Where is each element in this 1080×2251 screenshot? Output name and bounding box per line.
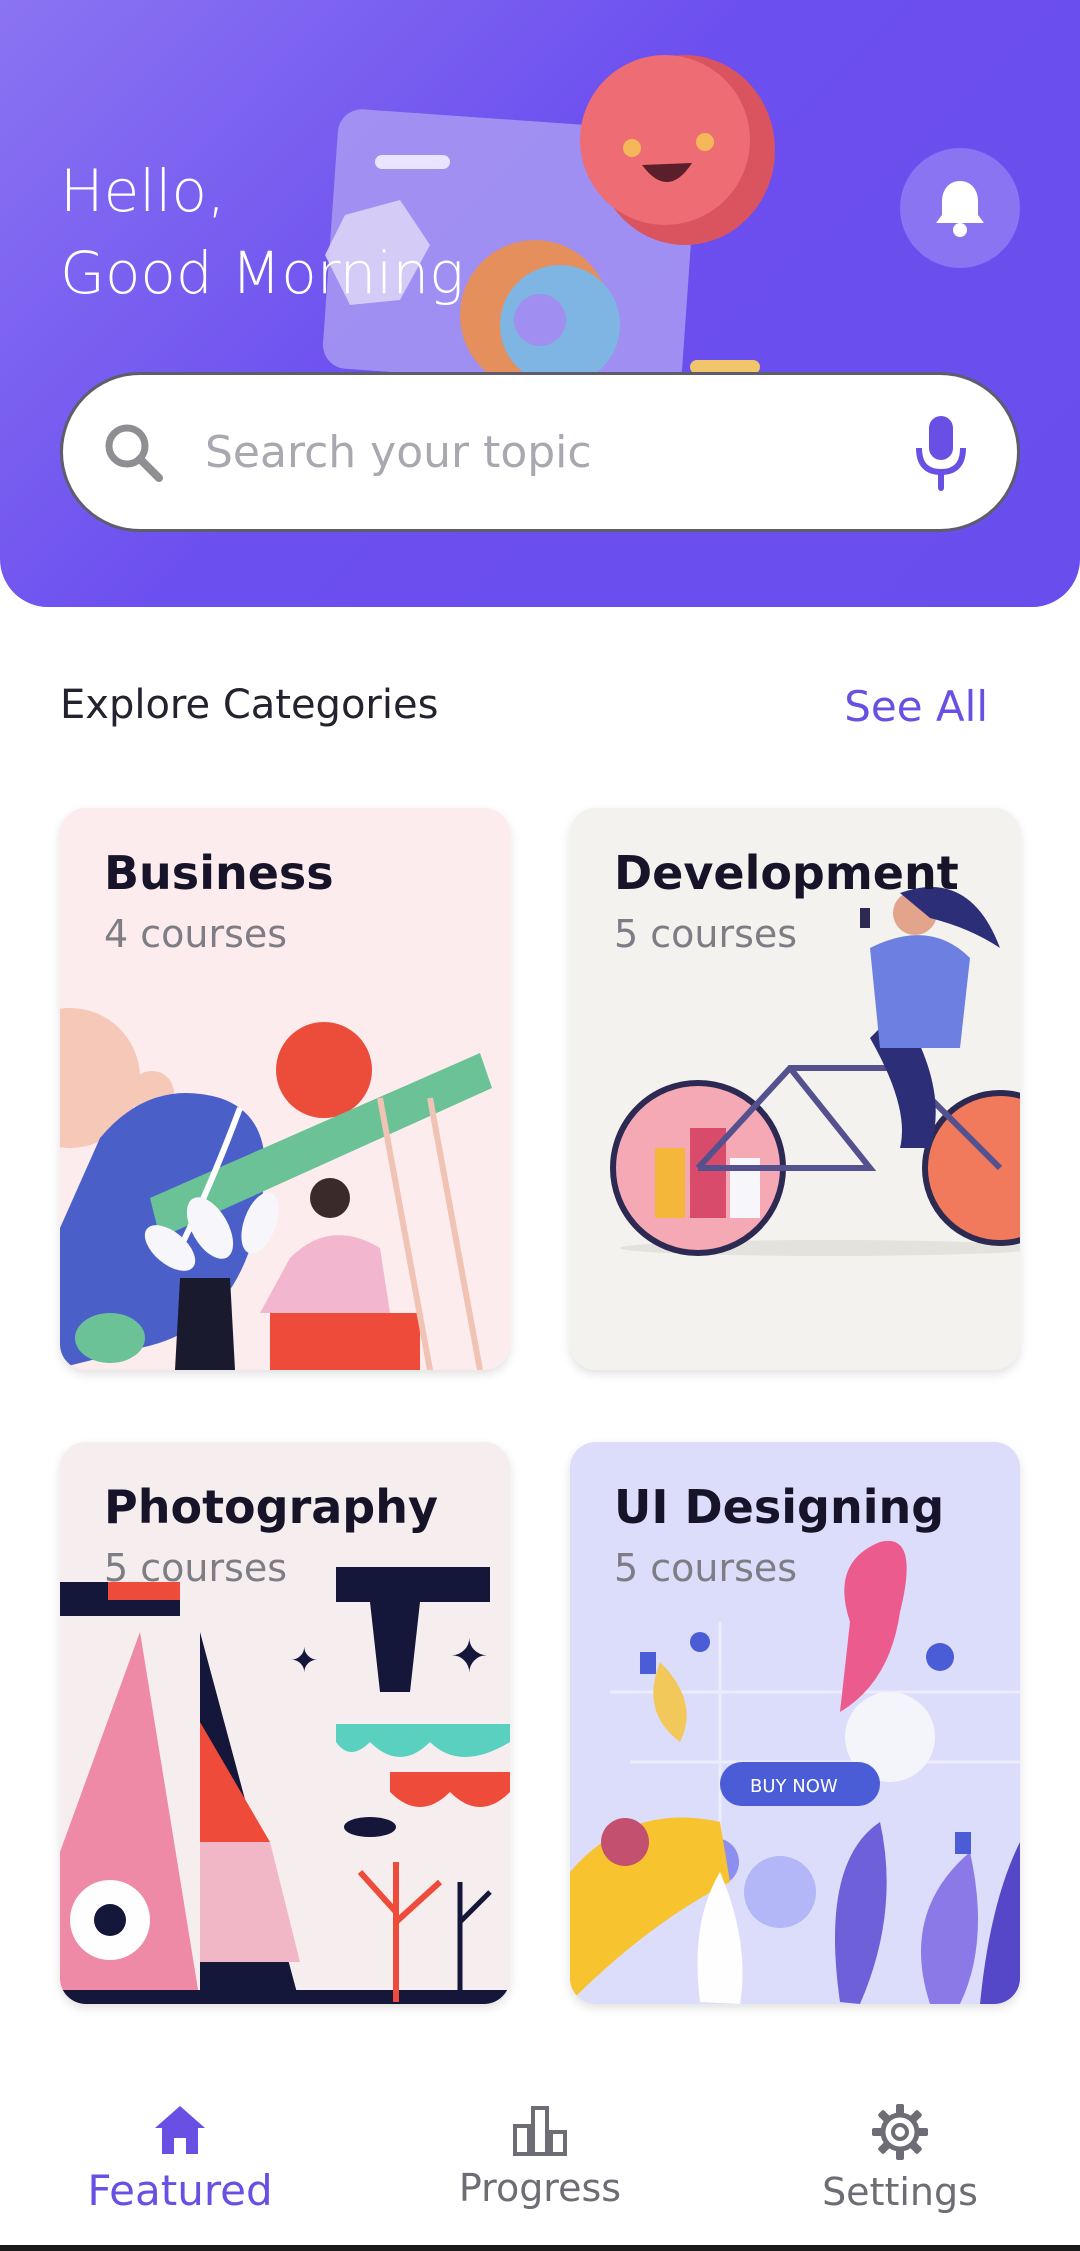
nav-tab-progress[interactable]: Progress [410, 2102, 670, 2210]
greeting: Hello, Good Morning [60, 150, 464, 314]
nav-tab-featured[interactable]: Featured [50, 2102, 310, 2215]
nav-label-settings: Settings [822, 2170, 978, 2214]
category-course-count: 4 courses [104, 912, 288, 956]
category-card-photography[interactable]: ✦ ✦ Photography 5 courses [60, 1442, 510, 2004]
svg-text:✦: ✦ [450, 1629, 489, 1683]
bar-chart-icon [513, 2106, 567, 2156]
greeting-line-2: Good Morning [60, 239, 464, 307]
header-banner: Hello, Good Morning [0, 0, 1080, 607]
nav-tab-settings[interactable]: Settings [770, 2102, 1030, 2214]
search-input[interactable] [205, 412, 911, 492]
bell-icon [936, 181, 984, 237]
notifications-button[interactable] [900, 148, 1020, 268]
category-title: Photography [104, 1480, 438, 1534]
home-indicator-bar [0, 2245, 1080, 2251]
category-course-count: 5 courses [614, 912, 798, 956]
home-icon [155, 2106, 205, 2154]
bottom-navigation: Featured Progress Settings [0, 2060, 1080, 2251]
nav-label-progress: Progress [458, 2166, 622, 2210]
svg-text:✦: ✦ [290, 1641, 319, 1681]
category-card-development[interactable]: Development 5 courses [570, 808, 1020, 1370]
greeting-line-1: Hello, [60, 157, 226, 225]
category-card-business[interactable]: Business 4 courses [60, 808, 510, 1370]
search-icon [105, 424, 163, 482]
explore-categories-heading: Explore Categories [60, 682, 439, 728]
category-title: Development [614, 846, 959, 900]
see-all-link[interactable]: See All [844, 682, 988, 731]
category-course-count: 5 courses [104, 1546, 288, 1590]
search-bar[interactable] [60, 372, 1020, 532]
svg-text:BUY NOW: BUY NOW [750, 1776, 838, 1797]
category-course-count: 5 courses [614, 1546, 798, 1590]
category-card-ui-designing[interactable]: BUY NOW UI Designing 5 courses [570, 1442, 1020, 2004]
nav-label-featured: Featured [87, 2166, 273, 2215]
category-title: UI Designing [614, 1480, 945, 1534]
gear-icon [872, 2104, 928, 2160]
category-title: Business [104, 846, 334, 900]
microphone-icon[interactable] [911, 412, 971, 492]
